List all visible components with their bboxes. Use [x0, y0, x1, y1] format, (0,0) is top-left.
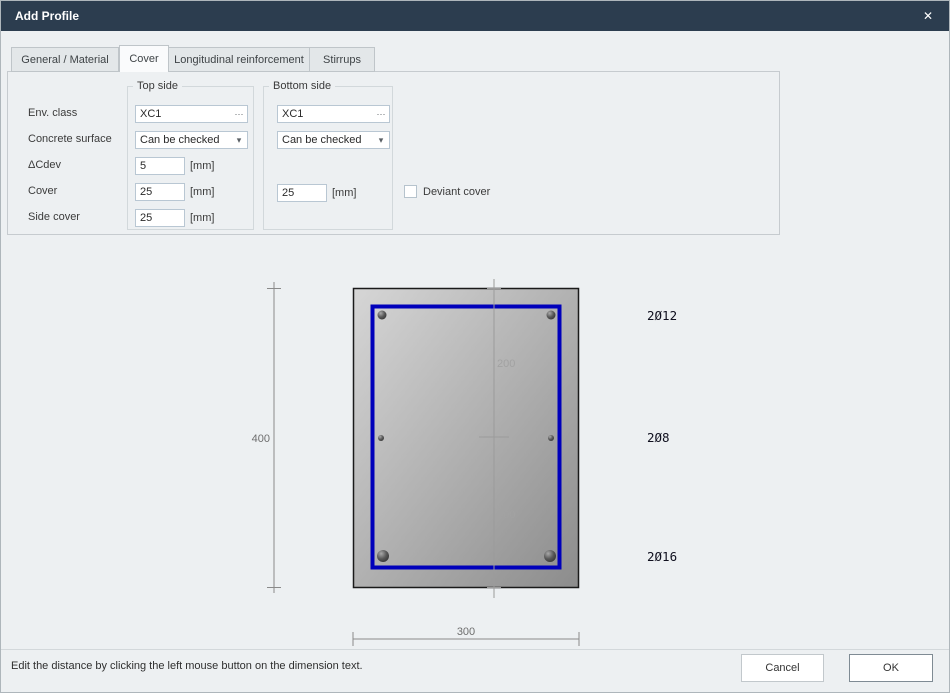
close-icon[interactable]: ✕ [913, 1, 943, 31]
rebar-dot-bottom-left [377, 550, 389, 562]
half-height-top-text[interactable]: 200 [497, 358, 515, 370]
height-dimension-text[interactable]: 400 [252, 433, 270, 445]
ok-button[interactable]: OK [849, 654, 933, 682]
status-message: Edit the distance by clicking the left m… [11, 660, 363, 672]
tab-stirrups[interactable]: Stirrups [310, 47, 375, 72]
rebar-dot-mid-left [378, 435, 384, 441]
rebar-dot-top-right [547, 311, 556, 320]
tab-cover[interactable]: Cover [119, 45, 169, 72]
rebar-dot-top-left [378, 311, 387, 320]
title-bar: Add Profile ✕ [1, 1, 949, 31]
concrete-section [354, 289, 579, 588]
rebar-label-middle: 2Ø8 [647, 430, 670, 445]
width-dimension-text[interactable]: 300 [457, 626, 475, 638]
rebar-label-top: 2Ø12 [647, 308, 677, 323]
cancel-button[interactable]: Cancel [741, 654, 824, 682]
section-drawing: 400 200 200 300 2Ø12 2Ø8 2Ø16 [1, 241, 950, 649]
cover-form-panel [7, 71, 780, 235]
rebar-dot-mid-right [548, 435, 554, 441]
tab-general-material[interactable]: General / Material [11, 47, 119, 72]
add-profile-dialog: Add Profile ✕ General / Material Cover L… [0, 0, 950, 693]
rebar-label-bottom: 2Ø16 [647, 549, 677, 564]
half-height-bottom-text[interactable]: 200 [497, 509, 515, 521]
tab-longitudinal-reinforcement[interactable]: Longitudinal reinforcement [169, 47, 310, 72]
dialog-title: Add Profile [15, 1, 79, 31]
rebar-dot-bottom-right [544, 550, 556, 562]
tab-strip: General / Material Cover Longitudinal re… [11, 45, 375, 72]
